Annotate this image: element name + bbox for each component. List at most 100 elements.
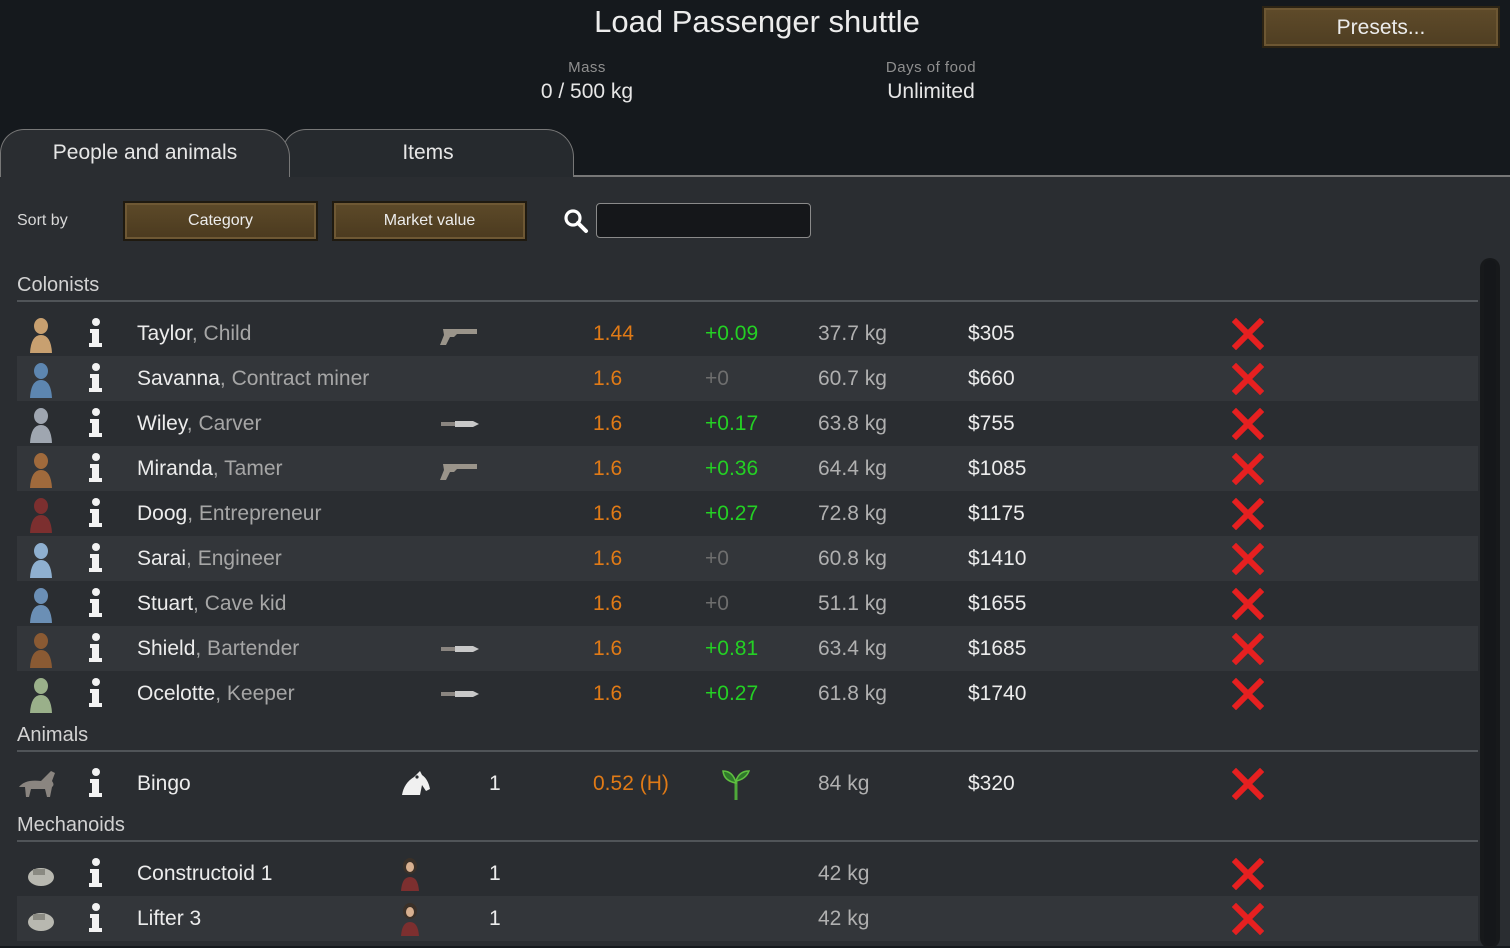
knife-icon xyxy=(441,421,479,427)
animal-count: 1 xyxy=(489,772,501,795)
info-icon[interactable] xyxy=(86,677,106,709)
overseer-portrait-icon xyxy=(401,903,419,936)
mechanoid-count: 1 xyxy=(489,907,501,930)
speed-bonus: +0.27 xyxy=(705,682,759,705)
pawn-mass: 61.8 kg xyxy=(818,682,887,705)
pawn-name: Sarai, Engineer xyxy=(137,536,282,581)
mechanoid-portrait-icon xyxy=(28,868,54,886)
revolver-icon xyxy=(440,464,477,480)
info-icon[interactable] xyxy=(86,857,106,889)
pawn-name: Miranda, Tamer xyxy=(137,446,283,491)
pawn-role: , Child xyxy=(191,322,252,345)
move-speed: 1.6 xyxy=(593,457,623,480)
remove-icon[interactable] xyxy=(1232,858,1264,890)
pawn-portrait-icon xyxy=(30,543,52,578)
info-icon[interactable] xyxy=(86,362,106,394)
pawn-role: , Engineer xyxy=(186,547,282,570)
scrollbar[interactable] xyxy=(1480,258,1500,948)
mechanoid-mass: 42 kg xyxy=(818,862,870,885)
mass-label: Mass xyxy=(568,59,606,76)
remove-icon[interactable] xyxy=(1232,678,1264,710)
speed-bonus: +0.17 xyxy=(705,412,759,435)
market-value: $1410 xyxy=(968,547,1027,570)
table-row[interactable]: Taylor, Child 1.44 +0.09 37.7 kg $305 xyxy=(17,311,1478,356)
table-row[interactable]: Bingo 1 0.52 (H) 84 kg $320 xyxy=(17,761,1478,806)
pawn-role: , Tamer xyxy=(212,457,283,480)
remove-icon[interactable] xyxy=(1232,318,1264,350)
info-icon[interactable] xyxy=(86,452,106,484)
table-row[interactable]: Sarai, Engineer 1.6 +0 60.8 kg $1410 xyxy=(17,536,1478,581)
pawn-role: , Cave kid xyxy=(193,592,287,615)
table-row[interactable]: Wiley, Carver 1.6 +0.17 63.8 kg $755 xyxy=(17,401,1478,446)
animal-mass: 84 kg xyxy=(818,772,870,795)
table-row[interactable]: Miranda, Tamer 1.6 +0.36 64.4 kg $1085 xyxy=(17,446,1478,491)
pawn-portrait-icon xyxy=(30,363,52,398)
move-speed: 1.6 xyxy=(593,682,623,705)
pawn-portrait-icon xyxy=(30,498,52,533)
market-value: $320 xyxy=(968,772,1015,795)
remove-icon[interactable] xyxy=(1232,363,1264,395)
section-divider xyxy=(17,840,1478,842)
table-row[interactable]: Ocelotte, Keeper 1.6 +0.27 61.8 kg $1740 xyxy=(17,671,1478,716)
pawn-role: , Bartender xyxy=(195,637,300,660)
info-icon[interactable] xyxy=(86,587,106,619)
pawn-mass: 60.8 kg xyxy=(818,547,887,570)
move-speed: 1.6 xyxy=(593,547,623,570)
sort-label: Sort by xyxy=(17,212,68,229)
info-icon[interactable] xyxy=(86,407,106,439)
pawn-mass: 64.4 kg xyxy=(818,457,887,480)
pawn-portrait-icon xyxy=(30,318,52,353)
tab-items[interactable]: Items xyxy=(282,129,574,177)
speed-bonus: +0.36 xyxy=(705,457,759,480)
remove-icon[interactable] xyxy=(1232,453,1264,485)
market-value: $305 xyxy=(968,322,1015,345)
info-icon[interactable] xyxy=(86,317,106,349)
move-speed: 1.6 xyxy=(593,412,623,435)
remove-icon[interactable] xyxy=(1232,903,1264,935)
pawn-portrait-icon xyxy=(30,633,52,668)
remove-icon[interactable] xyxy=(1232,498,1264,530)
move-speed: 1.6 xyxy=(593,367,623,390)
info-icon[interactable] xyxy=(86,497,106,529)
donkey-portrait-icon xyxy=(19,771,55,797)
remove-icon[interactable] xyxy=(1232,588,1264,620)
remove-icon[interactable] xyxy=(1232,408,1264,440)
sort-market-value-button[interactable]: Market value xyxy=(332,201,527,241)
section-colonists: Colonists xyxy=(17,274,100,296)
info-icon[interactable] xyxy=(86,542,106,574)
pawn-first-name: Taylor xyxy=(137,322,192,345)
presets-button[interactable]: Presets... xyxy=(1262,6,1500,48)
tab-people-and-animals[interactable]: People and animals xyxy=(0,129,290,177)
table-row[interactable]: Constructoid 1 1 42 kg xyxy=(17,851,1478,896)
food-value: Unlimited xyxy=(887,80,975,103)
pawn-portrait-icon xyxy=(30,453,52,488)
pawn-name: Ocelotte, Keeper xyxy=(137,671,295,716)
table-row[interactable]: Stuart, Cave kid 1.6 +0 51.1 kg $1655 xyxy=(17,581,1478,626)
pawn-first-name: Sarai xyxy=(137,547,187,570)
scrollbar-thumb[interactable] xyxy=(1484,260,1496,946)
search-input[interactable] xyxy=(596,203,811,238)
pawn-role: , Contract miner xyxy=(219,367,370,390)
table-row[interactable]: Lifter 3 1 42 kg xyxy=(17,896,1478,941)
ride-icon[interactable] xyxy=(399,767,433,799)
pawn-portrait-icon xyxy=(30,408,52,443)
remove-icon[interactable] xyxy=(1232,543,1264,575)
mechanoid-name: Lifter 3 xyxy=(137,907,202,930)
info-icon[interactable] xyxy=(86,902,106,934)
table-row[interactable]: Shield, Bartender 1.6 +0.81 63.4 kg $1685 xyxy=(17,626,1478,671)
info-icon[interactable] xyxy=(86,767,106,799)
remove-icon[interactable] xyxy=(1232,768,1264,800)
speed-bonus: +0.81 xyxy=(705,637,759,660)
table-row[interactable]: Savanna, Contract miner 1.6 +0 60.7 kg $660 xyxy=(17,356,1478,401)
pawn-role: , Entrepreneur xyxy=(187,502,322,525)
table-row[interactable]: Doog, Entrepreneur 1.6 +0.27 72.8 kg $1175 xyxy=(17,491,1478,536)
section-animals: Animals xyxy=(17,724,89,746)
pawn-first-name: Stuart xyxy=(137,592,194,615)
mass-value: 0 / 500 kg xyxy=(540,80,634,103)
remove-icon[interactable] xyxy=(1232,633,1264,665)
pawn-mass: 51.1 kg xyxy=(818,592,887,615)
info-icon[interactable] xyxy=(86,632,106,664)
market-value: $660 xyxy=(968,367,1015,390)
sort-category-button[interactable]: Category xyxy=(123,201,318,241)
mechanoid-count: 1 xyxy=(489,862,501,885)
